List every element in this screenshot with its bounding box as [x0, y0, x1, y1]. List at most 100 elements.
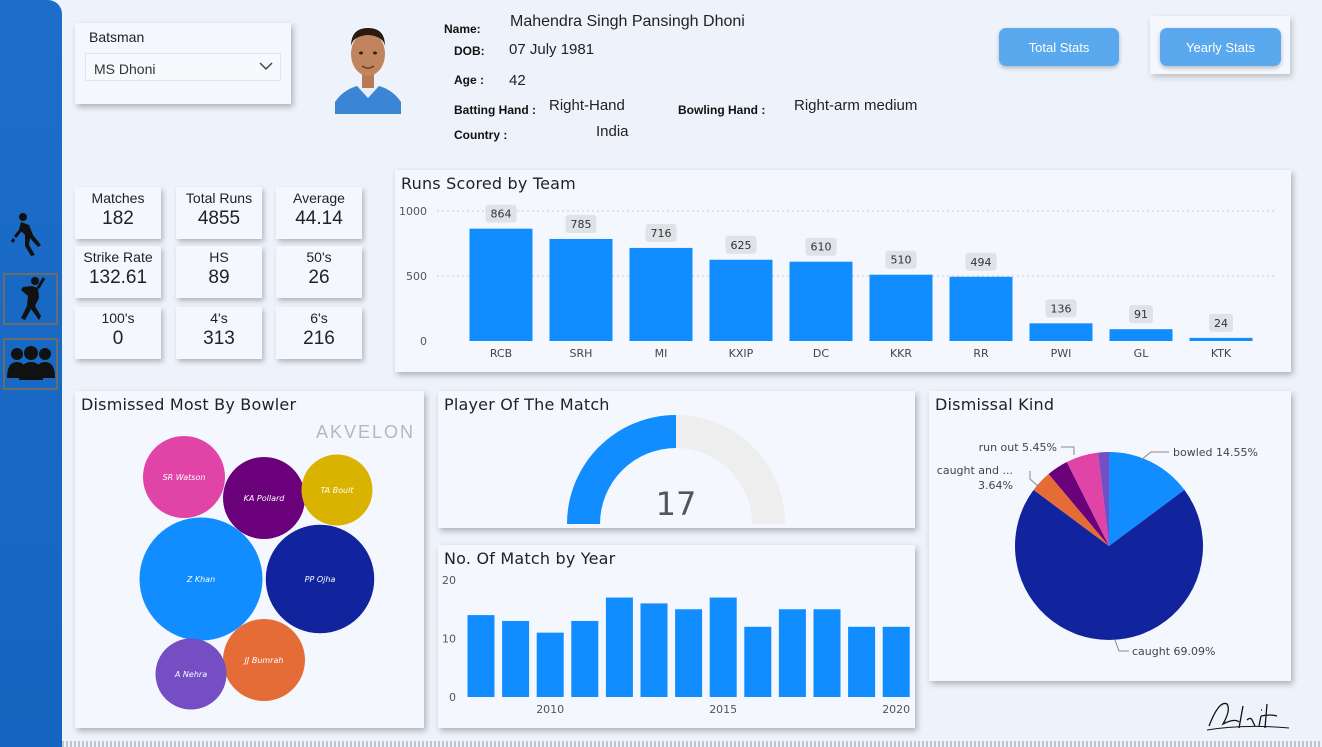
slicer-label: Batsman [89, 29, 145, 45]
leader-line [1114, 639, 1129, 652]
kpi-fifties: 50's 26 [276, 246, 362, 298]
player-age: 42 [509, 72, 526, 89]
bubble-label: TA Boult [321, 486, 355, 495]
kpi-sixes: 6's 216 [276, 307, 362, 359]
kpi-hundreds: 100's 0 [75, 307, 161, 359]
bar [813, 609, 841, 697]
gauge-value: 17 [656, 485, 697, 523]
y-tick-label: 10 [442, 633, 456, 646]
x-tick-label: MI [655, 347, 668, 360]
pie-label: run out 5.45% [979, 441, 1057, 454]
dob-label: DOB: [454, 44, 485, 58]
kpi-label: 6's [310, 310, 328, 326]
data-label: 625 [731, 239, 752, 252]
bubble-label: SR Watson [163, 473, 206, 482]
batting-hand: Right-Hand [549, 97, 625, 114]
y-tick-label: 0 [449, 691, 456, 704]
yearly-stats-button[interactable]: Yearly Stats [1160, 28, 1281, 66]
dismissed-by-bowler-card: Dismissed Most By Bowler AKVELON SR Wats… [75, 391, 424, 728]
bar [848, 626, 876, 697]
kpi-label: 4's [210, 310, 228, 326]
kpi-label: Matches [91, 190, 145, 206]
kpi-average: Average 44.14 [276, 187, 362, 239]
country-label: Country : [454, 128, 508, 142]
kpi-value: 313 [203, 328, 235, 349]
player-dob: 07 July 1981 [509, 41, 595, 58]
x-tick-label: RCB [490, 347, 512, 360]
batsman-dropdown-value: MS Dhoni [94, 61, 156, 77]
y-tick-label: 1000 [399, 205, 427, 218]
bar [536, 632, 564, 697]
player-of-match-gauge: 17 [567, 415, 785, 524]
data-label: 864 [491, 208, 512, 221]
bar [467, 615, 495, 697]
player-name: Mahendra Singh Pansingh Dhoni [510, 13, 745, 30]
nav-team[interactable] [3, 338, 58, 390]
bar [571, 620, 599, 697]
kpi-label: 100's [101, 310, 135, 326]
nav-bowler[interactable] [3, 273, 58, 325]
kpi-value: 182 [102, 208, 134, 229]
runs-by-team-chart: 0 500 1000 864 RCB 785 SRH 716 MI 625 KXIP 610 DC 510… [399, 204, 1275, 360]
bubble-label: A Nehra [174, 670, 207, 679]
leader-line [1029, 471, 1040, 488]
bar [675, 609, 703, 697]
pie-label: bowled 14.55% [1173, 446, 1258, 459]
data-label: 494 [971, 256, 992, 269]
leader-line [1061, 446, 1075, 455]
pie-label: caught 69.09% [1132, 645, 1215, 658]
bar [1189, 337, 1253, 341]
kpi-label: Total Runs [185, 190, 253, 206]
bar [709, 259, 773, 341]
bottom-strip [62, 741, 1322, 747]
x-tick-label: PWI [1051, 347, 1072, 360]
total-stats-button[interactable]: Total Stats [999, 28, 1119, 66]
player-of-match-card: Player Of The Match 17 [438, 391, 915, 528]
kpi-value: 26 [308, 267, 330, 288]
y-tick-label: 0 [420, 335, 427, 348]
signature [1206, 702, 1290, 731]
player-photo [335, 22, 401, 114]
y-tick-label: 20 [442, 574, 456, 587]
x-tick-label: RR [973, 347, 989, 360]
bowler-icon [20, 277, 45, 320]
x-tick-label: KXIP [729, 347, 754, 360]
bar [629, 247, 693, 341]
kpi-value: 132.61 [88, 267, 148, 288]
nav-batsman[interactable] [3, 208, 58, 260]
dismissed-by-bowler-chart: SR Watson KA Pollard TA Boult Z Khan PP Ojha… [139, 436, 375, 710]
kpi-total-runs: Total Runs 4855 [176, 187, 262, 239]
kpi-label: HS [209, 249, 229, 265]
x-tick-label: KKR [890, 347, 912, 360]
bar [744, 626, 772, 697]
data-label: 610 [811, 241, 832, 254]
kpi-fours: 4's 313 [176, 307, 262, 359]
x-tick-label: DC [813, 347, 829, 360]
data-label: 510 [891, 254, 912, 267]
bar [882, 626, 910, 697]
kpi-value: 0 [112, 328, 124, 349]
bubble-label: Z Khan [186, 575, 215, 584]
kpi-value: 4855 [197, 208, 241, 229]
x-tick-label: KTK [1211, 347, 1232, 360]
bar [640, 603, 668, 697]
dismissal-kind-chart: bowled 14.55% caught 69.09% caught and ...… [937, 441, 1258, 658]
x-tick-label: SRH [570, 347, 593, 360]
kpi-value: 44.14 [295, 208, 343, 229]
kpi-value: 216 [303, 328, 335, 349]
chevron-down-icon [259, 62, 273, 71]
bowling-hand: Right-arm medium [794, 97, 918, 114]
matches-by-year-chart: 0 10 20 2010 2015 2020 [442, 574, 910, 716]
bar [502, 620, 530, 697]
kpi-hs: HS 89 [176, 246, 262, 298]
age-label: Age : [454, 73, 484, 87]
batsman-dropdown[interactable]: MS Dhoni [85, 53, 281, 81]
bar [869, 274, 933, 341]
x-tick-label: 2020 [882, 703, 910, 716]
bar [469, 228, 533, 341]
name-label: Name: [444, 22, 481, 36]
sidebar [0, 0, 62, 747]
bar [1109, 329, 1173, 341]
bar [709, 597, 737, 697]
bar [1029, 323, 1093, 341]
